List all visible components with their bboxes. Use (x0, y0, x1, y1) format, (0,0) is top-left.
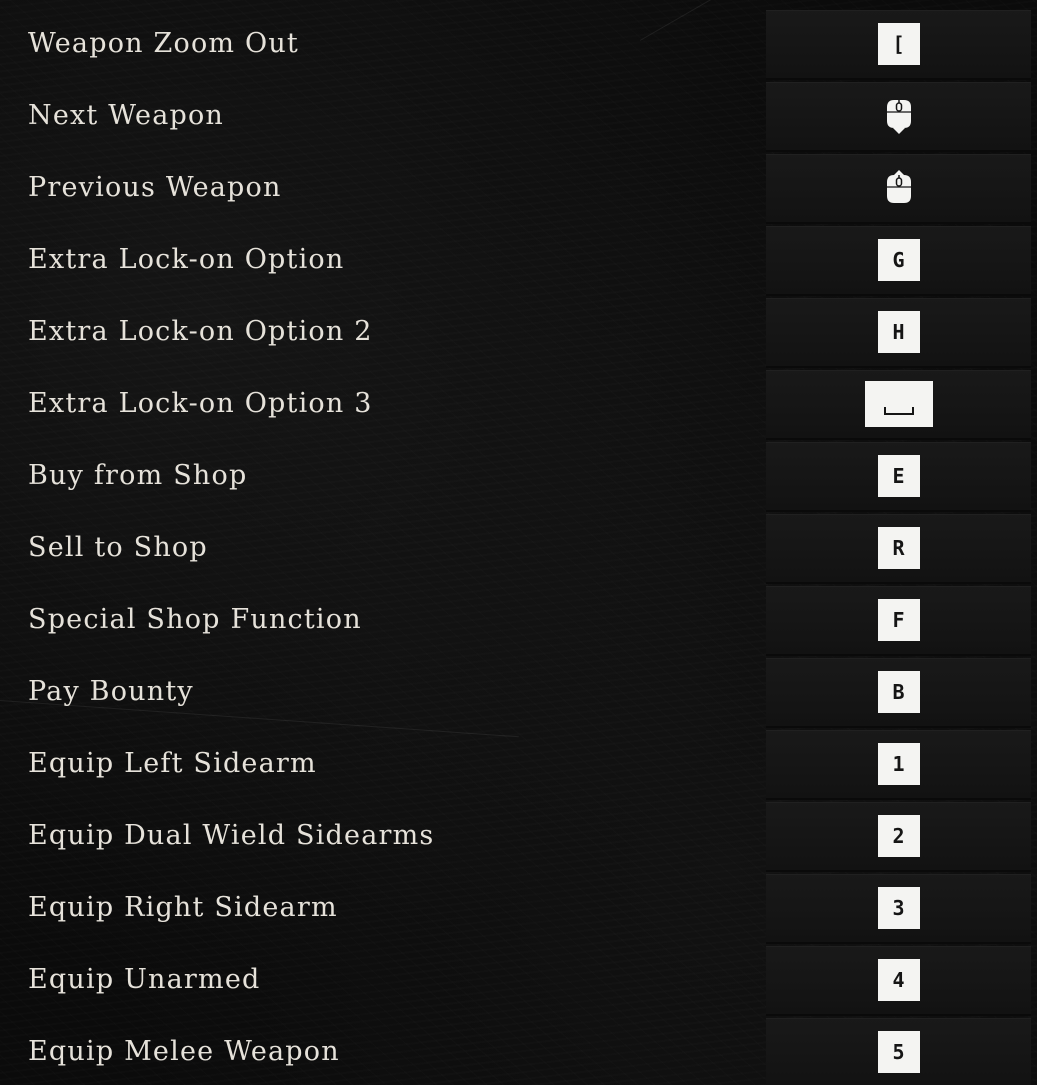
key-badge: 4 (877, 959, 920, 1001)
action-label: Equip Unarmed (28, 964, 261, 995)
keybinding-list: Weapon Zoom Out [ Next Weapon Previous W… (0, 0, 1037, 1085)
action-label: Extra Lock-on Option 2 (28, 316, 373, 347)
action-label: Extra Lock-on Option 3 (28, 388, 373, 419)
keybinding-row: Pay Bounty B (0, 656, 1037, 728)
mouse-wheel-up-icon (886, 170, 911, 203)
keybind-button[interactable]: B (766, 658, 1031, 728)
keybind-button[interactable] (766, 154, 1031, 224)
keybinding-row: Equip Unarmed 4 (0, 944, 1037, 1016)
keybinding-row: Equip Dual Wield Sidearms 2 (0, 800, 1037, 872)
keybinding-row: Equip Left Sidearm 1 (0, 728, 1037, 800)
key-badge: G (877, 239, 920, 281)
action-label: Special Shop Function (28, 604, 362, 635)
key-badge: B (877, 671, 920, 713)
key-badge: 1 (877, 743, 920, 785)
action-label: Pay Bounty (28, 676, 194, 707)
keybinding-row: Buy from Shop E (0, 440, 1037, 512)
keybinding-row: Extra Lock-on Option 3 (0, 368, 1037, 440)
keybind-button[interactable] (766, 82, 1031, 152)
keybinding-row: Equip Right Sidearm 3 (0, 872, 1037, 944)
action-label: Previous Weapon (28, 172, 282, 203)
keybind-button[interactable]: 1 (766, 730, 1031, 800)
keybinding-row: Next Weapon (0, 80, 1037, 152)
keybind-button[interactable]: 5 (766, 1018, 1031, 1085)
key-badge: R (877, 527, 920, 569)
keybinding-row: Special Shop Function F (0, 584, 1037, 656)
keybinding-row: Equip Melee Weapon 5 (0, 1016, 1037, 1085)
action-label: Equip Melee Weapon (28, 1036, 340, 1067)
key-badge: H (877, 311, 920, 353)
key-badge: 3 (877, 887, 920, 929)
action-label: Equip Right Sidearm (28, 892, 338, 923)
keybind-button[interactable] (766, 370, 1031, 440)
keybind-button[interactable]: [ (766, 10, 1031, 80)
keybinding-row: Extra Lock-on Option G (0, 224, 1037, 296)
action-label: Buy from Shop (28, 460, 248, 491)
action-label: Extra Lock-on Option (28, 244, 345, 275)
keybind-button[interactable]: F (766, 586, 1031, 656)
keybinding-row: Weapon Zoom Out [ (0, 8, 1037, 80)
key-badge: 5 (877, 1031, 920, 1073)
action-label: Next Weapon (28, 100, 225, 131)
keybind-button[interactable]: H (766, 298, 1031, 368)
spacebar-icon (864, 381, 933, 427)
key-badge: [ (877, 23, 920, 65)
keybind-button[interactable]: 3 (766, 874, 1031, 944)
action-label: Equip Left Sidearm (28, 748, 317, 779)
action-label: Weapon Zoom Out (28, 28, 299, 59)
key-badge: F (877, 599, 920, 641)
keybind-button[interactable]: 4 (766, 946, 1031, 1016)
key-badge: E (877, 455, 920, 497)
keybinding-row: Sell to Shop R (0, 512, 1037, 584)
keybind-button[interactable]: G (766, 226, 1031, 296)
keybinding-row: Previous Weapon (0, 152, 1037, 224)
keybind-button[interactable]: R (766, 514, 1031, 584)
keybind-button[interactable]: E (766, 442, 1031, 512)
mouse-wheel-down-icon (886, 100, 911, 134)
keybinding-row: Extra Lock-on Option 2 H (0, 296, 1037, 368)
key-badge: 2 (877, 815, 920, 857)
action-label: Equip Dual Wield Sidearms (28, 820, 435, 851)
action-label: Sell to Shop (28, 532, 208, 563)
keybind-button[interactable]: 2 (766, 802, 1031, 872)
